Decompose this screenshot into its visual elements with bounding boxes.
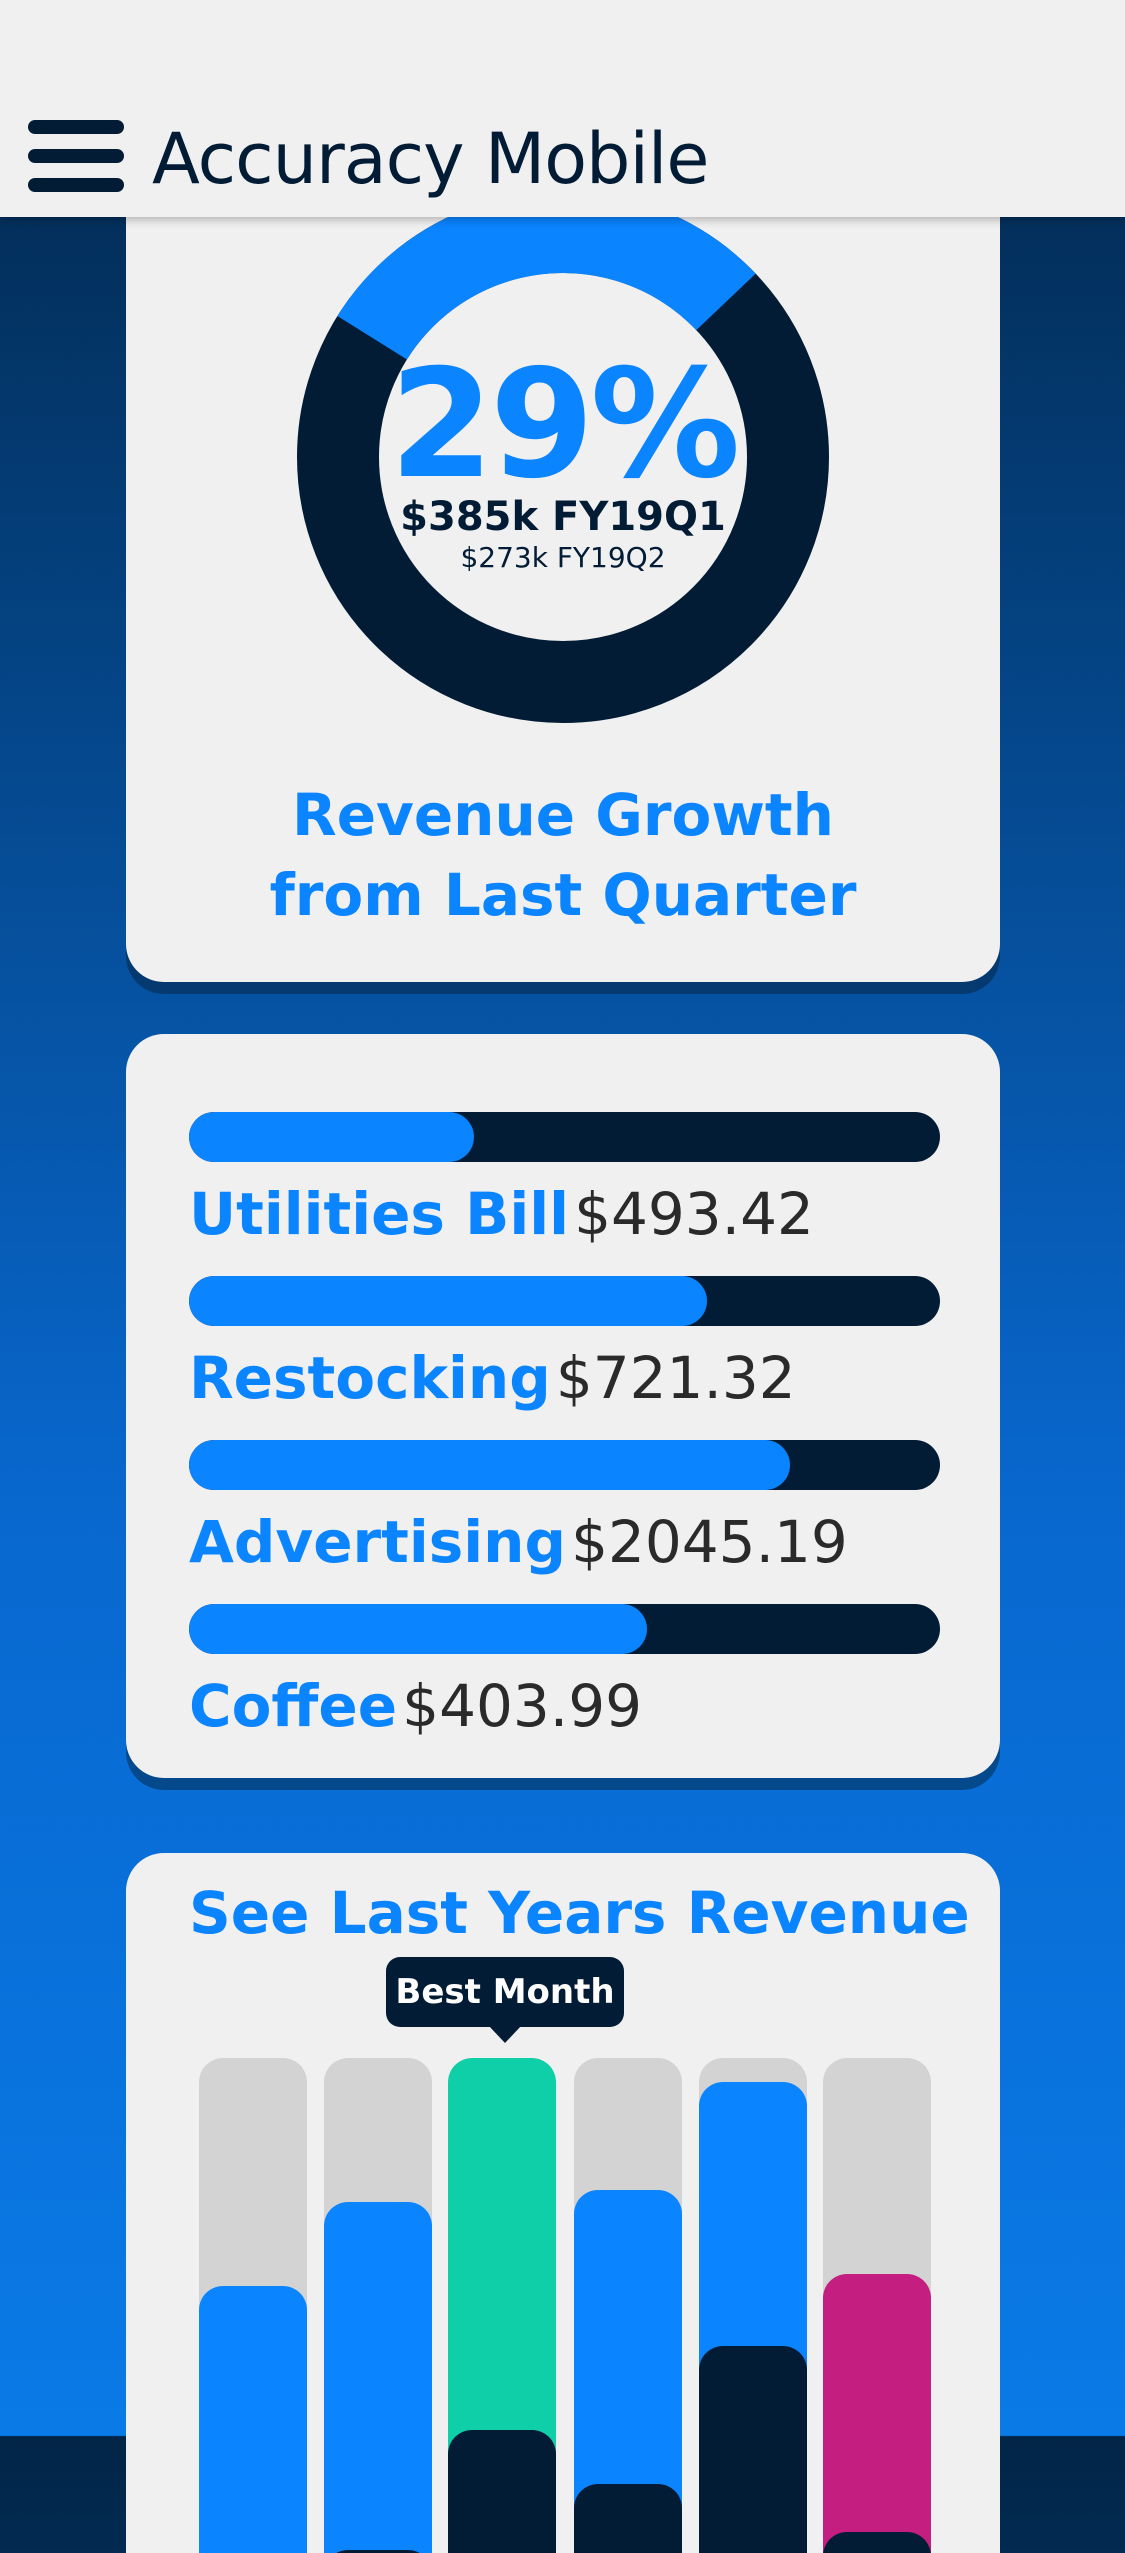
revenue-column[interactable] — [823, 2058, 931, 2553]
last-year-revenue-title[interactable]: See Last Years Revenue — [189, 1873, 970, 1953]
growth-percentage: 29% — [389, 338, 740, 512]
tooltip-arrow — [488, 2025, 522, 2043]
revenue-column-best[interactable] — [448, 2058, 556, 2553]
revenue-column[interactable] — [324, 2058, 432, 2553]
expense-amount: $493.42 — [574, 1180, 814, 1248]
expense-name: Restocking — [189, 1344, 551, 1412]
expense-amount: $721.32 — [555, 1344, 796, 1412]
revenue-column-base — [448, 2430, 556, 2553]
revenue-column-segment — [324, 2202, 432, 2553]
expense-name: Utilities Bill — [189, 1180, 569, 1248]
best-month-tooltip: Best Month — [386, 1957, 624, 2027]
revenue-column-base — [823, 2532, 931, 2553]
expense-bar-fill — [189, 1112, 475, 1162]
expense-bar-track — [189, 1112, 940, 1162]
app-header: Accuracy Mobile — [0, 0, 1125, 217]
revenue-column-segment — [199, 2286, 307, 2553]
growth-caption: Revenue Growth from Last Quarter — [126, 775, 1000, 935]
expense-amount: $2045.19 — [571, 1508, 848, 1576]
app-title: Accuracy Mobile — [152, 118, 709, 200]
revenue-column-base — [699, 2346, 807, 2553]
revenue-growth-card: 29% $385k FY19Q1 $273k FY19Q2 Revenue Gr… — [126, 150, 1000, 982]
expense-bar-fill — [189, 1604, 648, 1654]
growth-caption-line1: Revenue Growth — [292, 781, 834, 849]
expense-name: Advertising — [189, 1508, 566, 1576]
expense-bar-track — [189, 1276, 940, 1326]
revenue-column[interactable] — [574, 2058, 682, 2553]
expense-bar-track — [189, 1440, 940, 1490]
revenue-column-base — [574, 2484, 682, 2553]
expense-bar-fill — [189, 1440, 790, 1490]
hamburger-menu-icon[interactable] — [28, 120, 124, 192]
expense-name: Coffee — [189, 1672, 398, 1740]
current-quarter-revenue: $385k FY19Q1 — [400, 494, 726, 540]
expense-amount: $403.99 — [402, 1672, 643, 1740]
expenses-card: Utilities Bill $493.42 Restocking $721.3… — [126, 1034, 1000, 1778]
previous-quarter-revenue: $273k FY19Q2 — [460, 541, 666, 574]
revenue-column[interactable] — [699, 2058, 807, 2553]
revenue-column-segment — [823, 2274, 931, 2553]
growth-caption-line2: from Last Quarter — [269, 861, 857, 929]
expense-bar-fill — [189, 1276, 708, 1326]
last-year-revenue-card: See Last Years Revenue Best Month — [126, 1853, 1000, 2553]
expense-bar-track — [189, 1604, 940, 1654]
revenue-column[interactable] — [199, 2058, 307, 2553]
